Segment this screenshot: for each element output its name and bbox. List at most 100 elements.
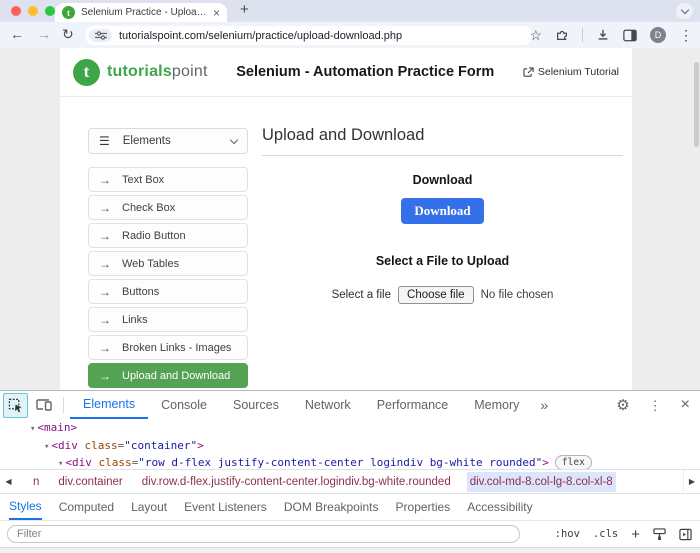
browser-tab[interactable]: t Selenium Practice - Upload a ×	[55, 3, 227, 22]
chevron-down-icon	[230, 135, 238, 143]
arrow-right-icon: →	[99, 341, 111, 355]
breadcrumb-scroll-right-icon[interactable]: ▶	[683, 470, 700, 493]
tab-styles[interactable]: Styles	[9, 494, 42, 520]
brand-bold: tutorials	[107, 63, 172, 80]
page-scrollbar[interactable]	[694, 62, 699, 147]
expand-triangle-icon[interactable]: ▾	[58, 459, 63, 469]
selenium-tutorial-label: Selenium Tutorial	[538, 66, 619, 78]
downloads-icon[interactable]	[596, 28, 610, 42]
tab-properties[interactable]: Properties	[396, 494, 451, 520]
device-toolbar-button[interactable]	[36, 397, 52, 412]
url-text: tutorialspoint.com/selenium/practice/upl…	[119, 30, 402, 42]
tab-network[interactable]: Network	[292, 391, 364, 419]
tab-close-icon[interactable]: ×	[213, 7, 220, 19]
browser-toolbar: ← → ↻ tutorialspoint.com/selenium/practi…	[0, 22, 700, 48]
dom-tree: ▾<main> ▾<div class="container"> ▾<div c…	[0, 419, 700, 469]
file-input-label: Select a file	[332, 289, 391, 301]
element-classes-button[interactable]: .cls	[593, 528, 618, 540]
no-file-chosen-text: No file chosen	[481, 289, 554, 301]
sidebar-item-check-box[interactable]: →Check Box	[88, 195, 248, 220]
arrow-right-icon: →	[99, 285, 111, 299]
devtools-close-icon[interactable]: ×	[681, 397, 690, 413]
brand-light: point	[172, 63, 208, 80]
devtools-tabs: Elements Console Sources Network Perform…	[70, 391, 556, 419]
page-header: t tutorialspoint Selenium - Automation P…	[60, 48, 632, 97]
inspect-element-button[interactable]	[3, 393, 28, 418]
sidebar-item-buttons[interactable]: →Buttons	[88, 279, 248, 304]
minimize-window-button[interactable]	[28, 6, 38, 16]
tab-event-listeners[interactable]: Event Listeners	[184, 494, 267, 520]
window-bottom-edge	[0, 547, 700, 553]
close-window-button[interactable]	[11, 6, 21, 16]
selenium-tutorial-link[interactable]: Selenium Tutorial	[523, 66, 619, 78]
brand-name[interactable]: tutorialspoint	[107, 63, 208, 81]
computed-styles-sidebar-icon[interactable]	[679, 528, 692, 541]
new-style-rule-button[interactable]: +	[631, 527, 640, 542]
choose-file-button[interactable]: Choose file	[398, 286, 474, 304]
styles-filter-bar: :hov .cls +	[0, 521, 700, 547]
tab-dom-breakpoints[interactable]: DOM Breakpoints	[284, 494, 379, 520]
tab-search-button[interactable]	[676, 3, 693, 19]
page-title: Selenium - Automation Practice Form	[208, 64, 523, 80]
tab-memory[interactable]: Memory	[461, 391, 532, 419]
styles-filter-actions: :hov .cls +	[555, 521, 692, 547]
breadcrumb-container[interactable]: div.container	[55, 472, 125, 492]
tab-performance[interactable]: Performance	[364, 391, 462, 419]
maximize-window-button[interactable]	[45, 6, 55, 16]
styles-filter-input[interactable]	[7, 525, 520, 543]
upload-section-title: Select a File to Upload	[262, 254, 623, 268]
tab-favicon-icon: t	[62, 6, 75, 19]
tab-title: Selenium Practice - Upload a	[81, 7, 209, 18]
address-bar[interactable]: tutorialspoint.com/selenium/practice/upl…	[85, 26, 533, 45]
devtools-menu-icon[interactable]: ⋮	[649, 399, 662, 412]
chevron-down-icon	[680, 5, 688, 13]
sidebar-item-broken-links[interactable]: →Broken Links - Images	[88, 335, 248, 360]
tutorialspoint-logo-icon[interactable]: t	[73, 59, 100, 86]
breadcrumb-main[interactable]: n	[30, 472, 42, 492]
breadcrumb-row[interactable]: div.row.d-flex.justify-content-center.lo…	[139, 472, 454, 492]
devtools-settings-icon[interactable]: ⚙	[616, 398, 629, 413]
site-settings-icon[interactable]	[89, 29, 112, 42]
toggle-element-state-button[interactable]: :hov	[555, 528, 580, 540]
sidebar-item-links[interactable]: →Links	[88, 307, 248, 332]
window-controls	[11, 6, 55, 16]
tab-computed[interactable]: Computed	[59, 494, 114, 520]
tab-sources[interactable]: Sources	[220, 391, 292, 419]
side-panel-icon[interactable]	[623, 29, 637, 42]
reload-button[interactable]: ↻	[62, 26, 74, 43]
expand-triangle-icon[interactable]: ▾	[30, 424, 35, 434]
dom-node-container[interactable]: ▾<div class="container">	[0, 438, 700, 456]
sidebar-item-upload-download[interactable]: →Upload and Download	[88, 363, 248, 388]
sidebar-item-radio-button[interactable]: →Radio Button	[88, 223, 248, 248]
page-viewport: t tutorialspoint Selenium - Automation P…	[0, 48, 700, 390]
expand-triangle-icon[interactable]: ▾	[44, 442, 49, 452]
new-tab-button[interactable]: +	[240, 1, 249, 18]
tab-accessibility[interactable]: Accessibility	[467, 494, 532, 520]
forward-button[interactable]: →	[37, 26, 51, 42]
download-button[interactable]: Download	[401, 198, 483, 224]
sidebar-header-label: Elements	[123, 135, 231, 147]
extensions-icon[interactable]	[555, 28, 569, 42]
page-container: t tutorialspoint Selenium - Automation P…	[60, 48, 632, 390]
browser-menu-icon[interactable]: ⋮	[679, 28, 693, 42]
content-heading: Upload and Download	[262, 126, 623, 156]
profile-avatar[interactable]: D	[650, 27, 666, 43]
sidebar-header[interactable]: ☰ Elements	[88, 128, 248, 154]
more-tabs-icon[interactable]: »	[532, 391, 556, 419]
rendering-emulations-icon[interactable]	[653, 528, 666, 541]
tab-elements[interactable]: Elements	[70, 391, 148, 419]
arrow-right-icon: →	[99, 229, 111, 243]
tab-console[interactable]: Console	[148, 391, 220, 419]
devtools-actions: ⚙ ⋮ ×	[616, 391, 690, 419]
tab-layout[interactable]: Layout	[131, 494, 167, 520]
sidebar-item-text-box[interactable]: →Text Box	[88, 167, 248, 192]
back-button[interactable]: ←	[10, 26, 24, 42]
file-upload-row: Select a file Choose file No file chosen	[332, 286, 554, 304]
flex-badge[interactable]: flex	[555, 455, 592, 470]
breadcrumb-col-selected[interactable]: div.col-md-8.col-lg-8.col-xl-8	[467, 472, 616, 492]
external-link-icon	[523, 67, 534, 78]
sidebar-item-web-tables[interactable]: →Web Tables	[88, 251, 248, 276]
bookmark-star-icon[interactable]: ☆	[529, 28, 542, 42]
breadcrumb-scroll-left-icon[interactable]: ◀	[0, 470, 17, 493]
dom-node-main[interactable]: ▾<main>	[0, 420, 700, 438]
